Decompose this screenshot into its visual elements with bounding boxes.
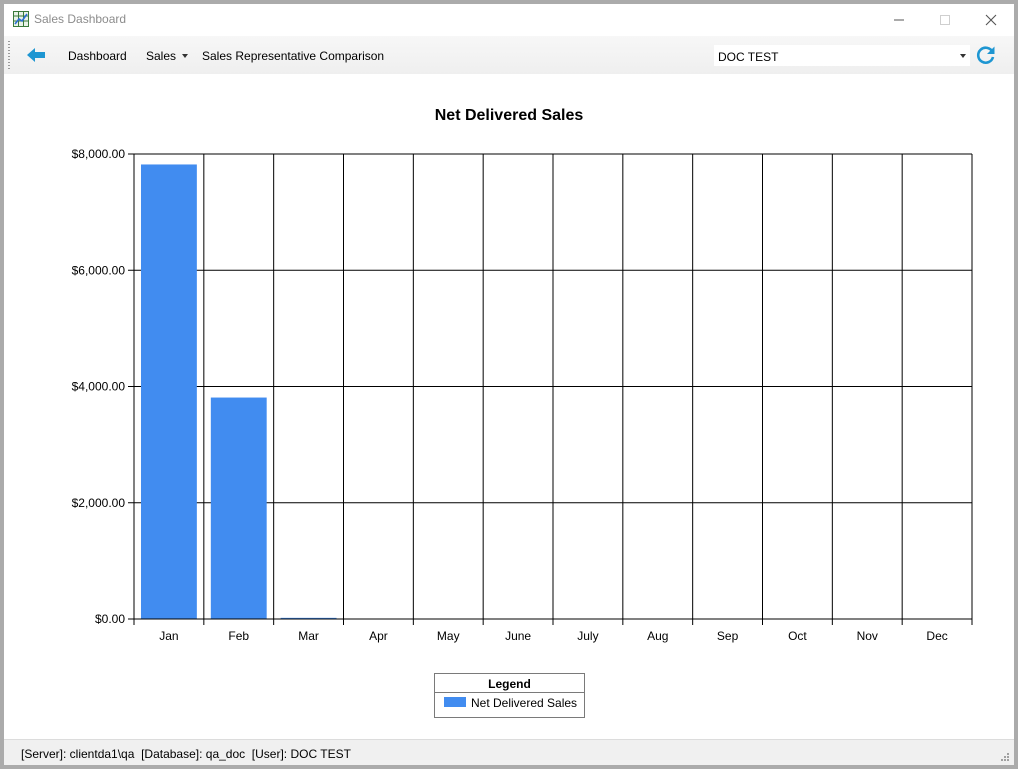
user-select-value: DOC TEST (718, 50, 779, 64)
legend-swatch (444, 697, 466, 707)
window-title: Sales Dashboard (34, 12, 127, 26)
bar-feb[interactable] (210, 397, 267, 619)
close-icon (985, 14, 997, 26)
app-window: Sales Dashboard Dashboard Sales Sales Re… (4, 4, 1014, 765)
x-tick-label: Aug (647, 629, 668, 643)
legend-label: Net Delivered Sales (471, 696, 577, 710)
x-tick-label: Dec (926, 629, 947, 643)
chart-title: Net Delivered Sales (435, 107, 584, 124)
chevron-down-icon[interactable] (960, 54, 966, 58)
x-tick-label: Feb (228, 629, 249, 643)
toolbar: Dashboard Sales Sales Representative Com… (4, 36, 1014, 74)
app-chart-icon (13, 11, 29, 27)
y-tick-label: $2,000.00 (72, 496, 126, 510)
maximize-icon (940, 15, 950, 25)
x-tick-label: Mar (298, 629, 319, 643)
y-tick-label: $4,000.00 (72, 380, 126, 394)
y-tick-label: $0.00 (95, 612, 125, 626)
chart-panel: Net Delivered Sales $0.00 $2,000.00 $4,000… (4, 74, 1014, 739)
legend-title: Legend (488, 677, 531, 691)
x-tick-label: Jan (159, 629, 178, 643)
user-select[interactable]: DOC TEST (714, 45, 970, 66)
menu-sales[interactable]: Sales (146, 49, 176, 63)
close-button[interactable] (968, 4, 1014, 35)
resize-grip-icon[interactable] (1000, 752, 1010, 762)
status-bar: [Server]: clientda1\qa [Database]: qa_do… (4, 739, 1014, 765)
x-tick-label: May (437, 629, 460, 643)
x-tick-label: Nov (857, 629, 878, 643)
toolbar-grip[interactable] (8, 41, 10, 69)
dropdown-caret-icon[interactable] (182, 54, 188, 58)
minimize-button[interactable] (876, 4, 922, 35)
x-tick-label: July (577, 629, 598, 643)
x-tick-label: Apr (369, 629, 388, 643)
x-tick-label: June (505, 629, 531, 643)
x-tick-label: Oct (788, 629, 807, 643)
title-bar: Sales Dashboard (4, 4, 1014, 35)
connection-info: [Server]: clientda1\qa [Database]: qa_do… (21, 747, 351, 761)
x-tick-label: Sep (717, 629, 739, 643)
bar-chart: Net Delivered Sales $0.00 $2,000.00 $4,000… (72, 107, 973, 718)
maximize-button[interactable] (922, 4, 968, 35)
menu-dashboard[interactable]: Dashboard (68, 49, 127, 63)
back-button[interactable] (26, 46, 48, 64)
refresh-button[interactable] (975, 44, 997, 66)
back-arrow-icon (27, 48, 45, 62)
menu-sales-rep-comparison[interactable]: Sales Representative Comparison (202, 49, 384, 63)
y-tick-label: $6,000.00 (72, 263, 126, 277)
refresh-icon (976, 46, 995, 64)
minimize-icon (894, 19, 904, 21)
y-tick-label: $8,000.00 (72, 147, 126, 161)
bar-jan[interactable] (140, 164, 197, 619)
